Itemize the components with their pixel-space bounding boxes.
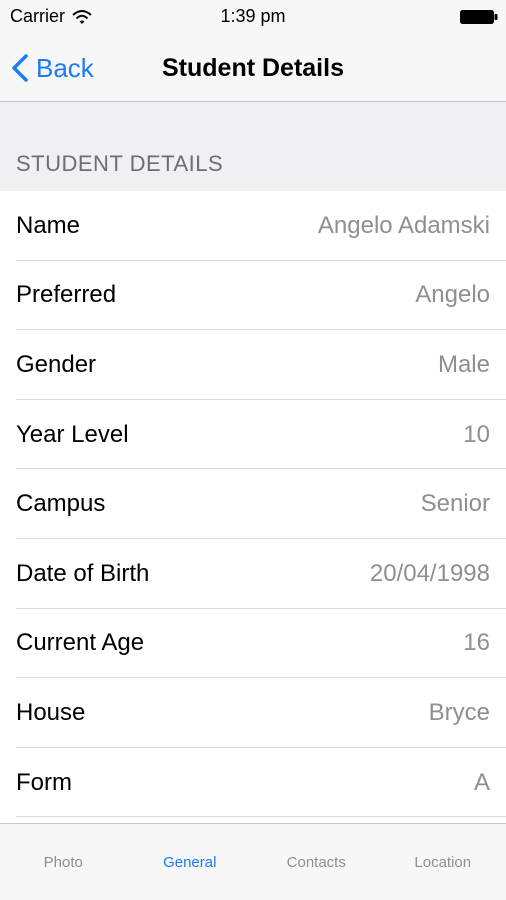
row-value: Male [437, 350, 490, 378]
navigation-bar: Back Student Details [0, 34, 506, 102]
row-value: A [473, 768, 490, 796]
row-value: Bryce [428, 698, 490, 726]
row-value: Angelo Adamski [317, 211, 490, 239]
detail-row-gender: Gender Male [0, 330, 506, 400]
row-label: Date of Birth [16, 559, 150, 587]
row-label: House [16, 698, 86, 726]
row-label: Form [16, 768, 72, 796]
row-value: Angelo [415, 281, 490, 309]
tab-contacts[interactable]: Contacts [253, 824, 380, 900]
page-title: Student Details [162, 54, 344, 82]
tab-location[interactable]: Location [380, 824, 506, 900]
detail-row-year-level: Year Level 10 [0, 400, 506, 470]
detail-row-form: Form A [0, 748, 506, 818]
detail-row-name: Name Angelo Adamski [0, 191, 506, 261]
student-details-screen: Carrier 1:39 pm Back Student Details STU… [0, 0, 506, 900]
row-label: Gender [16, 350, 97, 378]
tab-photo[interactable]: Photo [0, 824, 127, 900]
row-label: Preferred [16, 281, 117, 309]
status-bar: Carrier 1:39 pm [0, 0, 506, 34]
detail-row-date-of-birth: Date of Birth 20/04/1998 [0, 539, 506, 609]
row-label: Year Level [16, 420, 129, 448]
row-label: Campus [16, 490, 106, 518]
battery-icon [460, 10, 498, 24]
detail-row-campus: Campus Senior [0, 469, 506, 539]
detail-row-preferred: Preferred Angelo [0, 261, 506, 331]
section-title: STUDENT DETAILS [16, 151, 224, 176]
row-label: Current Age [16, 629, 145, 657]
detail-row-current-age: Current Age 16 [0, 609, 506, 679]
detail-row-house: House Bryce [0, 678, 506, 748]
row-value: 20/04/1998 [369, 559, 490, 587]
tab-general[interactable]: General [127, 824, 254, 900]
row-label: Name [16, 211, 81, 239]
row-value: Senior [420, 490, 490, 518]
row-value: 10 [463, 420, 490, 448]
status-time: 1:39 pm [220, 6, 286, 26]
tab-bar: Photo General Contacts Location [0, 823, 506, 900]
row-value: 16 [463, 629, 490, 657]
detail-list: Name Angelo Adamski Preferred Angelo Gen… [0, 191, 506, 818]
section-header: STUDENT DETAILS [0, 102, 506, 191]
